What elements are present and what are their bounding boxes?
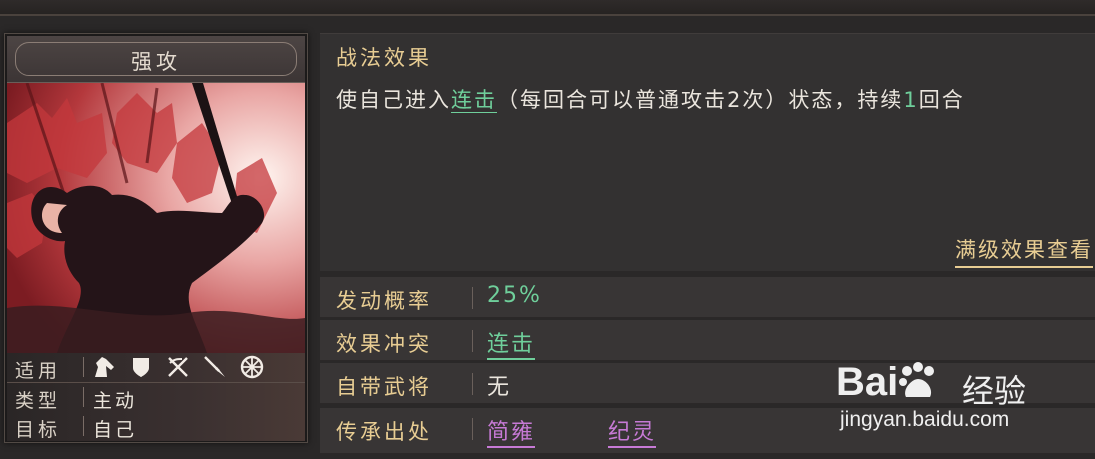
own-general-value: 无 (487, 375, 512, 400)
horse-icon (91, 355, 117, 379)
inherit-general-link[interactable]: 简雍 (487, 414, 536, 448)
info-label: 类型 (15, 390, 62, 412)
desc-duration: 1 (903, 88, 919, 112)
crossbow-icon (165, 355, 191, 379)
divider (472, 373, 473, 395)
spear-icon (202, 355, 228, 379)
skill-card: 强攻 适用 类型 主动 目标 自己 (4, 33, 308, 443)
attr-row-trigger-rate: 发动概率 25% (320, 277, 1095, 318)
divider (472, 287, 473, 309)
divider (472, 330, 473, 352)
wheel-icon (239, 355, 265, 379)
attr-label: 效果冲突 (336, 332, 432, 356)
attr-label: 自带武将 (336, 375, 432, 399)
effect-title: 战法效果 (336, 46, 432, 70)
effect-description: 使自己进入连击（每回合可以普通攻击2次）状态，持续1回合 (336, 80, 1091, 120)
baidu-watermark: Bai 经验 jingyan.baidu.com (836, 340, 1086, 440)
troop-type-icons (91, 355, 265, 380)
keyword-combo-link[interactable]: 连击 (451, 88, 497, 113)
watermark-url: jingyan.baidu.com (840, 408, 1010, 431)
divider (83, 416, 84, 436)
trigger-rate-value: 25% (487, 283, 542, 308)
info-value: 主动 (93, 390, 138, 412)
card-title-bar: 强攻 (7, 36, 305, 83)
info-label: 适用 (15, 360, 62, 382)
info-label: 目标 (15, 419, 62, 441)
shield-icon (128, 355, 154, 379)
info-value: 自己 (93, 419, 138, 441)
effect-panel: 战法效果 使自己进入连击（每回合可以普通攻击2次）状态，持续1回合 满级效果查看 (320, 33, 1095, 271)
conflict-keyword-link[interactable]: 连击 (487, 326, 536, 360)
desc-text: 回合 (918, 88, 965, 112)
paw-icon (899, 362, 935, 397)
warrior-artwork-icon (7, 83, 305, 353)
info-row-target: 目标 自己 (7, 412, 305, 441)
max-level-effect-link[interactable]: 满级效果查看 (955, 234, 1093, 268)
attr-label: 传承出处 (336, 420, 432, 444)
desc-text: 使自己进入 (336, 88, 451, 112)
watermark-cn: 经验 (962, 372, 1027, 410)
divider (83, 387, 84, 407)
top-bar (0, 0, 1095, 16)
inherit-general-link[interactable]: 纪灵 (608, 414, 657, 448)
divider (472, 418, 473, 440)
attr-label: 发动概率 (336, 289, 432, 313)
divider (83, 357, 84, 377)
info-row-type: 类型 主动 (7, 383, 305, 413)
skill-artwork (7, 83, 305, 353)
desc-text: （每回合可以普通攻击2次）状态，持续 (497, 88, 904, 112)
watermark-brand: Bai (836, 360, 938, 405)
skill-name: 强攻 (131, 50, 181, 74)
info-row-applicable: 适用 (7, 353, 305, 383)
